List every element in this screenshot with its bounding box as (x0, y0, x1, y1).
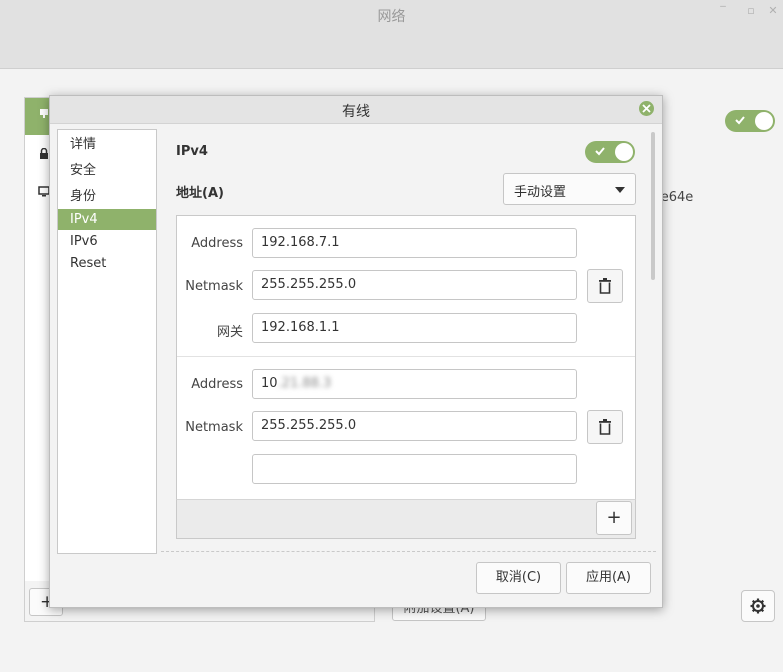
cancel-button[interactable]: 取消(C) (476, 562, 561, 594)
nav-item-ipv4[interactable]: IPv4 (58, 209, 156, 230)
nav-item-reset[interactable]: Reset (58, 253, 156, 274)
nav-item-details[interactable]: 详情 (58, 134, 156, 155)
netmask-field-2[interactable]: 255.255.255.0 (252, 411, 577, 441)
address-block-separator (177, 356, 635, 357)
nav-item-identity[interactable]: 身份 (58, 186, 156, 207)
gateway-field-2[interactable] (252, 454, 577, 484)
check-icon (595, 147, 605, 156)
address-label-2: Address (191, 377, 243, 392)
dialog-title: 有线 (342, 104, 370, 120)
settings-gear-button[interactable] (741, 590, 775, 622)
delete-address-button-1[interactable] (587, 269, 623, 303)
netmask-label-1: Netmask (185, 279, 243, 294)
restore-icon[interactable]: ▫ (744, 4, 758, 18)
chevron-down-icon (615, 187, 625, 193)
gear-icon (750, 598, 766, 614)
address-section-label: 地址(A) (176, 186, 224, 201)
address-value-2-redacted: .21.88.3 (277, 376, 332, 391)
trash-icon (599, 278, 611, 294)
check-icon (735, 116, 745, 125)
close-icon[interactable]: ✕ (766, 4, 780, 18)
netmask-field-1[interactable]: 255.255.255.0 (252, 270, 577, 300)
button-area-separator (161, 551, 656, 552)
trash-icon (599, 419, 611, 435)
gateway-field-1[interactable]: 192.168.1.1 (252, 313, 577, 343)
dialog-close-button[interactable] (639, 101, 654, 116)
content-scrollbar[interactable] (651, 132, 655, 280)
gateway-label-1: 网关 (216, 325, 243, 340)
main-window-title: 网络 (377, 9, 406, 25)
delete-address-button-2[interactable] (587, 410, 623, 444)
address-list-footer: + (176, 499, 636, 539)
settings-nav-list: 详情 安全 身份 IPv4 IPv6 Reset (57, 129, 157, 554)
device-sidebar[interactable] (24, 97, 52, 583)
apply-button[interactable]: 应用(A) (566, 562, 651, 594)
nav-item-ipv6[interactable]: IPv6 (58, 231, 156, 252)
ipv4-toggle[interactable] (585, 141, 635, 163)
address-field-1[interactable]: 192.168.7.1 (252, 228, 577, 258)
nav-item-security[interactable]: 安全 (58, 160, 156, 181)
address-label-1: Address (191, 236, 243, 251)
netmask-label-2: Netmask (185, 420, 243, 435)
wired-settings-dialog: 有线 详情 安全 身份 IPv4 IPv6 Reset IPv4 地址(A) 手… (49, 95, 663, 608)
address-field-2[interactable]: 10.21.88.3 (252, 369, 577, 399)
ipv4-label: IPv4 (176, 144, 208, 159)
address-value-2: 10 (261, 376, 278, 391)
address-list: Address 192.168.7.1 Netmask 255.255.255.… (176, 215, 636, 539)
ipv4-method-dropdown[interactable]: 手动设置 (503, 173, 636, 205)
close-icon (642, 104, 651, 113)
minimize-icon[interactable]: ‾ (716, 4, 730, 18)
connection-toggle[interactable] (725, 110, 775, 132)
add-address-button[interactable]: + (596, 501, 632, 535)
ipv4-method-value: 手动设置 (514, 185, 567, 200)
